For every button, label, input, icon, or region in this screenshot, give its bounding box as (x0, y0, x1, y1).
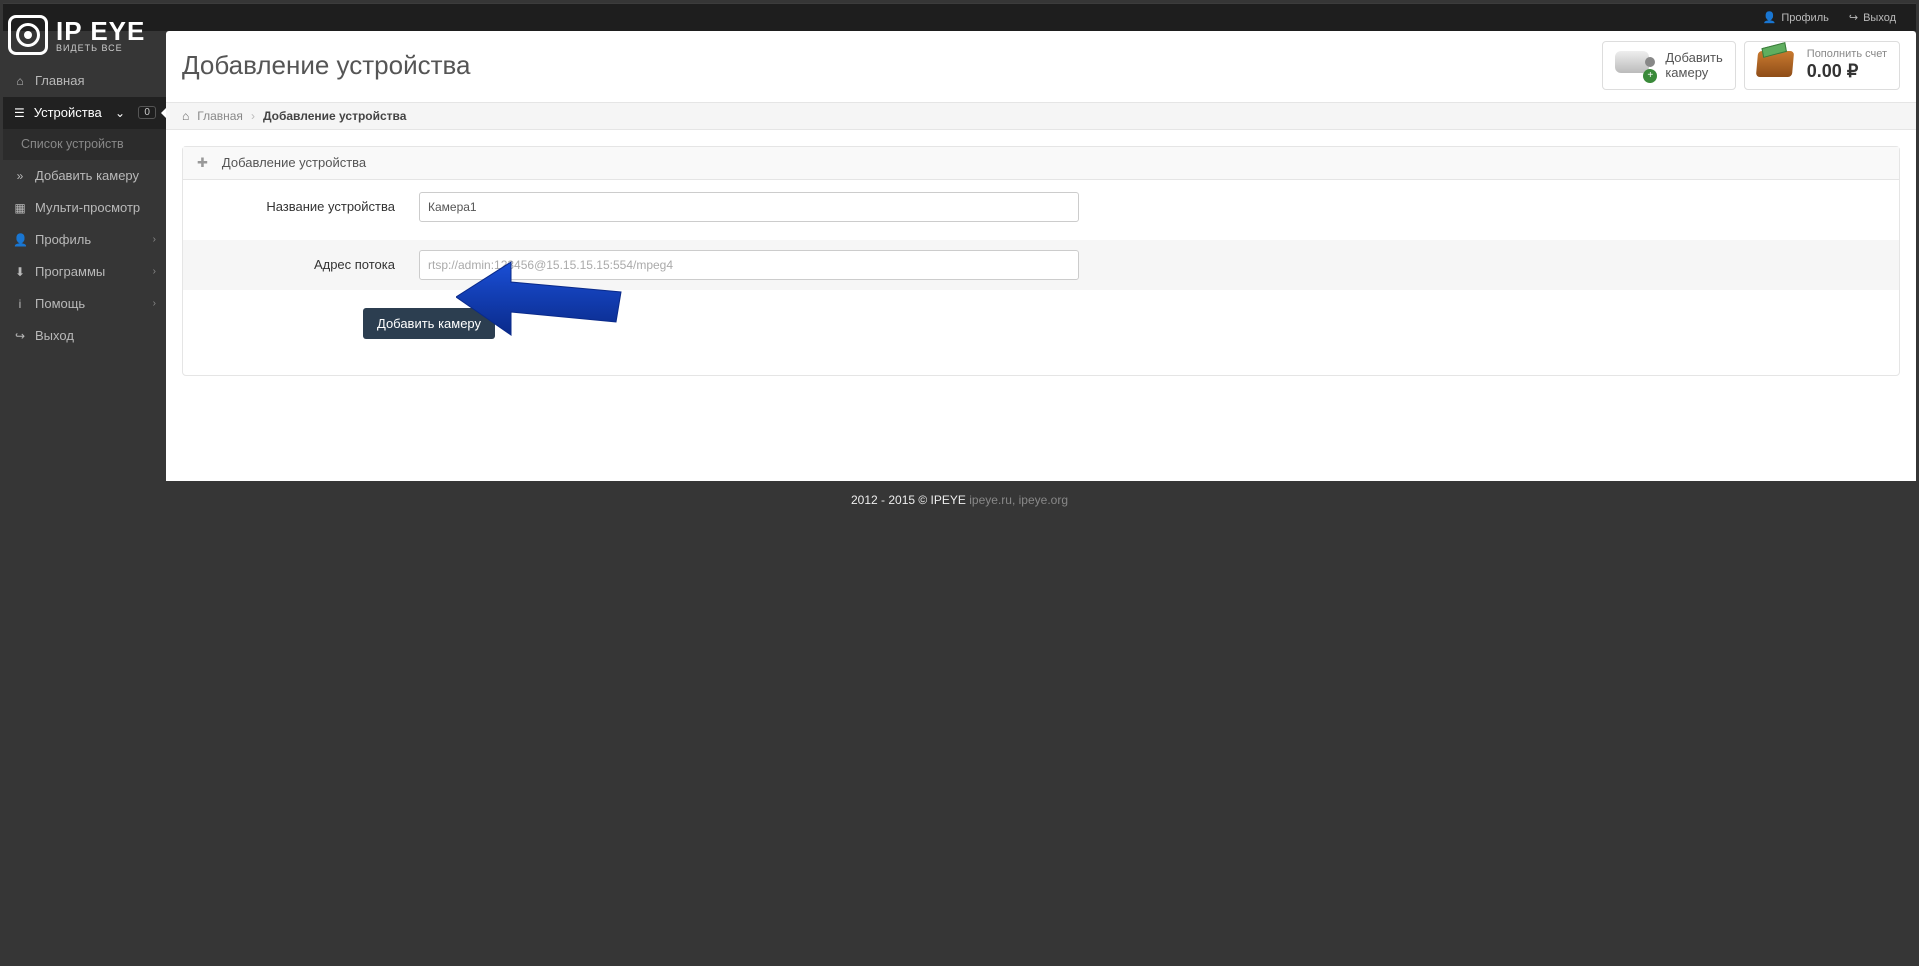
chevron-right-icon: › (251, 109, 255, 123)
logo-brand: IP EYE (56, 18, 145, 44)
download-icon: ⬇ (13, 265, 27, 279)
panel-body: Название устройства Адрес потока Добавит… (183, 180, 1899, 375)
info-icon: i (13, 297, 27, 311)
sidebar-item-device-list[interactable]: Список устройств (3, 129, 166, 160)
panel-header: ✚ Добавление устройства (183, 147, 1899, 180)
sidebar-item-profile[interactable]: 👤 Профиль › (3, 224, 166, 256)
balance-value: 0.00 ₽ (1807, 61, 1887, 83)
topbar-logout-link[interactable]: ↪ Выход (1839, 7, 1906, 28)
double-chevron-icon: » (13, 169, 27, 183)
logout-icon: ↪ (1849, 11, 1858, 24)
sidebar-add-camera-label: Добавить камеру (35, 168, 139, 183)
stream-address-row: Адрес потока (183, 240, 1899, 290)
topbar-profile-link[interactable]: 👤 Профиль (1753, 7, 1839, 28)
logout-icon: ↪ (13, 329, 27, 343)
home-icon: ⌂ (182, 109, 189, 123)
add-camera-button[interactable]: + Добавить камеру (1602, 41, 1735, 90)
topup-label: Пополнить счет (1807, 48, 1887, 61)
chevron-right-icon: › (153, 298, 156, 309)
stream-label: Адрес потока (199, 257, 419, 272)
device-name-input[interactable] (419, 192, 1079, 222)
chevron-right-icon: › (153, 234, 156, 245)
stream-address-input[interactable] (419, 250, 1079, 280)
device-name-row: Название устройства (199, 192, 1883, 222)
sidebar-profile-label: Профиль (35, 232, 91, 247)
topbar-profile-label: Профиль (1781, 12, 1829, 24)
sidebar-item-help[interactable]: i Помощь › (3, 288, 166, 320)
main-content: Добавление устройства + Добавить камеру … (166, 31, 1916, 481)
sidebar-help-label: Помощь (35, 296, 85, 311)
main-header: Добавление устройства + Добавить камеру … (166, 31, 1916, 102)
topbar: 👤 Профиль ↪ Выход (3, 3, 1916, 31)
sidebar-programs-label: Программы (35, 264, 105, 279)
topbar-logout-label: Выход (1863, 12, 1896, 24)
sidebar-item-programs[interactable]: ⬇ Программы › (3, 256, 166, 288)
devices-count-badge: 0 (138, 106, 156, 119)
submit-add-camera-button[interactable]: Добавить камеру (363, 308, 495, 339)
breadcrumb: ⌂ Главная › Добавление устройства (166, 102, 1916, 130)
footer-copyright: 2012 - 2015 © IPEYE (851, 493, 966, 507)
panel-title: Добавление устройства (222, 155, 366, 170)
sidebar-item-add-camera[interactable]: » Добавить камеру (3, 160, 166, 192)
sidebar-device-list-label: Список устройств (21, 137, 124, 151)
add-camera-line2: камеру (1665, 65, 1722, 81)
footer-link-1[interactable]: ipeye.ru (969, 493, 1012, 507)
sidebar-logout-label: Выход (35, 328, 74, 343)
sidebar-item-logout[interactable]: ↪ Выход (3, 320, 166, 352)
breadcrumb-home[interactable]: Главная (197, 109, 243, 123)
sidebar-devices-label: Устройства (34, 105, 102, 120)
chevron-down-icon: ⌄ (114, 106, 127, 120)
list-icon: ☰ (13, 106, 26, 120)
camera-icon: + (1615, 49, 1655, 81)
user-icon: 👤 (1763, 11, 1777, 24)
sidebar: ⌂ Главная ☰ Устройства ⌄ 0 Список устрой… (3, 65, 166, 966)
eye-icon (8, 15, 48, 55)
submit-row: Добавить камеру (199, 308, 1883, 339)
device-name-label: Название устройства (199, 199, 419, 214)
chevron-right-icon: › (153, 266, 156, 277)
sidebar-item-home[interactable]: ⌂ Главная (3, 65, 166, 97)
breadcrumb-current: Добавление устройства (263, 109, 407, 123)
logo-tagline: ВИДЕТЬ ВСЕ (56, 44, 145, 53)
plus-circle-icon: ✚ (197, 155, 208, 171)
sidebar-home-label: Главная (35, 73, 84, 88)
topup-button[interactable]: Пополнить счет 0.00 ₽ (1744, 41, 1900, 90)
grid-icon: ▦ (13, 201, 27, 215)
wallet-icon (1757, 49, 1797, 81)
page-title: Добавление устройства (182, 50, 470, 81)
logo[interactable]: IP EYE ВИДЕТЬ ВСЕ (8, 6, 145, 64)
sidebar-item-devices[interactable]: ☰ Устройства ⌄ 0 (3, 97, 166, 129)
add-camera-line1: Добавить (1665, 50, 1722, 66)
user-icon: 👤 (13, 233, 27, 247)
home-icon: ⌂ (13, 74, 27, 88)
sidebar-multiview-label: Мульти-просмотр (35, 200, 140, 215)
add-device-panel: ✚ Добавление устройства Название устройс… (182, 146, 1900, 376)
logo-text: IP EYE ВИДЕТЬ ВСЕ (56, 18, 145, 53)
footer-link-2[interactable]: ipeye.org (1019, 493, 1068, 507)
footer: 2012 - 2015 © IPEYE ipeye.ru, ipeye.org (0, 485, 1919, 515)
sidebar-item-multiview[interactable]: ▦ Мульти-просмотр (3, 192, 166, 224)
